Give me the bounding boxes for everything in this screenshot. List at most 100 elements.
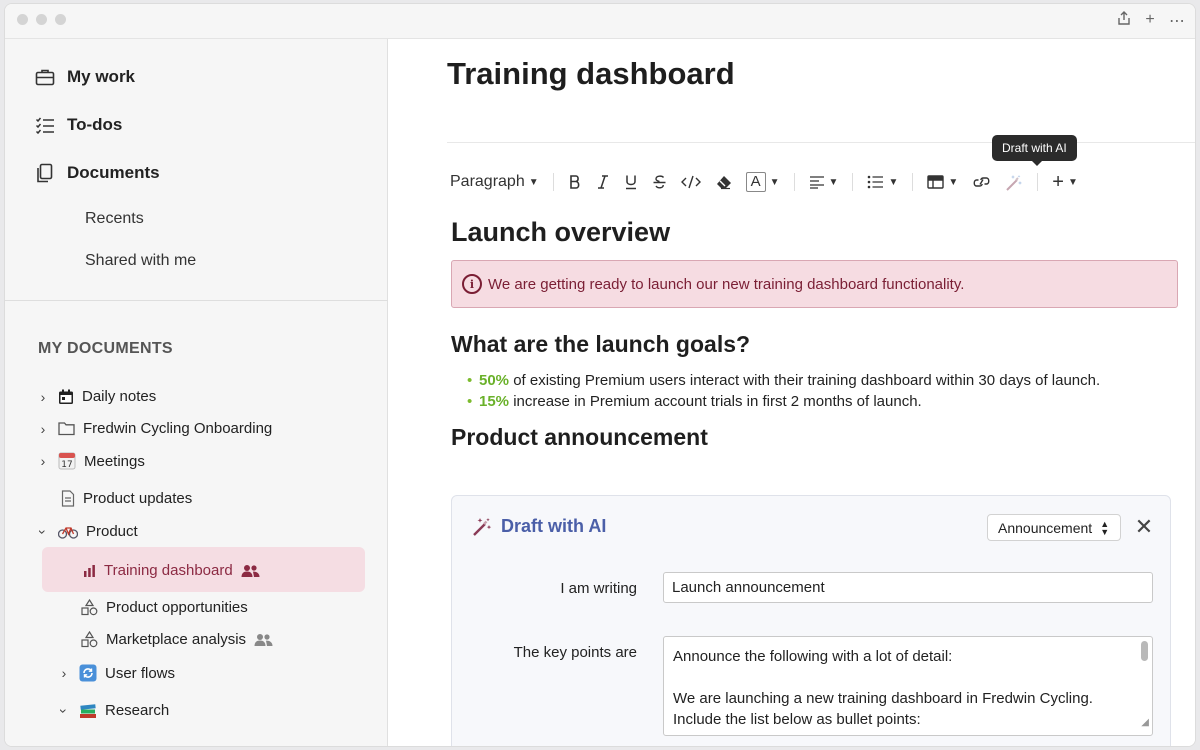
tree-label: Product (86, 523, 138, 540)
title-bar: + ⋯ (5, 4, 1195, 39)
tree-item-fredwin-onboarding[interactable]: › Fredwin Cycling Onboarding (36, 420, 273, 437)
heading-launch-goals[interactable]: What are the launch goals? (451, 331, 750, 358)
section-title: MY DOCUMENTS (38, 340, 173, 357)
tree-item-product[interactable]: › Product (35, 523, 138, 540)
nav-shared-with-me[interactable]: Shared with me (85, 252, 196, 270)
shapes-icon (81, 599, 98, 616)
chevron-down-icon[interactable]: › (35, 525, 51, 539)
updown-chevron-icon: ▲ ▼ (1100, 518, 1110, 537)
shared-users-icon (241, 564, 260, 577)
font-color-letter: A (745, 172, 766, 192)
goal-text: of existing Premium users interact with … (509, 372, 1101, 389)
tree-item-research[interactable]: › Research (56, 702, 169, 719)
plus-icon[interactable]: + (1143, 11, 1157, 31)
checklist-icon (35, 117, 54, 134)
share-icon[interactable] (1117, 11, 1131, 31)
chevron-right-icon[interactable]: › (36, 453, 50, 469)
tree-item-training-dashboard[interactable]: Training dashboard (83, 562, 260, 579)
tree-item-meetings[interactable]: › 17 Meetings (36, 452, 145, 470)
goal-text: increase in Premium account trials in fi… (509, 393, 922, 410)
zoom-window-dot[interactable] (55, 14, 66, 25)
tree-item-user-flows[interactable]: › User flows (57, 664, 175, 682)
list-dropdown[interactable]: ▼ (867, 171, 898, 193)
table-dropdown[interactable]: ▼ (927, 171, 958, 193)
nav-to-dos[interactable]: To-dos (35, 115, 122, 135)
chevron-down-icon[interactable]: › (56, 704, 72, 718)
bicycle-icon (58, 526, 78, 539)
ai-panel-title: Draft with AI (472, 516, 606, 537)
strikethrough-button[interactable] (652, 171, 667, 193)
title-divider (447, 142, 1195, 143)
textarea-line: Announce the following with a lot of det… (673, 648, 953, 665)
tree-label: Training dashboard (104, 562, 233, 579)
align-dropdown[interactable]: ▼ (809, 171, 839, 193)
paragraph-style-label: Paragraph (450, 173, 525, 190)
bold-button[interactable] (568, 171, 582, 193)
toolbar-separator (852, 173, 854, 191)
tree-item-marketplace-analysis[interactable]: Marketplace analysis (81, 631, 273, 648)
caret-down-icon: ▼ (948, 176, 959, 188)
underline-button[interactable] (624, 171, 638, 193)
chevron-right-icon[interactable]: › (57, 665, 71, 681)
nav-documents[interactable]: Documents (35, 163, 160, 183)
font-color-button[interactable]: A ▼ (745, 171, 780, 193)
formatting-toolbar: Paragraph ▼ A ▼ ▼ ▼ ▼ + ▼ (450, 171, 1092, 193)
writing-input[interactable]: Launch announcement (663, 572, 1153, 603)
tree-label: Product opportunities (106, 599, 248, 616)
info-callout[interactable]: i We are getting ready to launch our new… (451, 260, 1178, 308)
nav-label: My work (67, 67, 136, 86)
writing-label: I am writing (560, 580, 637, 597)
tree-item-daily-notes[interactable]: › Daily notes (36, 388, 157, 405)
magic-wand-icon (1006, 174, 1023, 191)
nav-label: Documents (67, 163, 160, 182)
caret-down-icon: ▼ (769, 176, 780, 188)
textarea-scrollbar[interactable] (1141, 641, 1148, 661)
books-icon (80, 703, 96, 718)
announcement-type-select[interactable]: Announcement ▲ ▼ (987, 514, 1121, 541)
resize-handle-icon[interactable]: ◢ (1141, 712, 1149, 733)
list-item[interactable]: 15% increase in Premium account trials i… (467, 393, 1100, 410)
list-item[interactable]: 50% of existing Premium users interact w… (467, 372, 1100, 389)
chevron-right-icon[interactable]: › (36, 421, 50, 437)
paragraph-style-dropdown[interactable]: Paragraph ▼ (450, 171, 539, 193)
nav-recents[interactable]: Recents (85, 210, 144, 228)
sidebar-divider (5, 300, 388, 301)
code-button[interactable] (680, 171, 701, 193)
heading-launch-overview[interactable]: Launch overview (451, 217, 670, 248)
key-points-label: The key points are (513, 644, 637, 661)
tree-item-product-opportunities[interactable]: Product opportunities (81, 599, 248, 616)
close-icon[interactable]: ✕ (1132, 514, 1156, 540)
date-17-icon: 17 (58, 452, 76, 470)
nav-my-work[interactable]: My work (35, 67, 135, 87)
insert-dropdown[interactable]: + ▼ (1052, 171, 1078, 193)
calendar-icon (59, 389, 73, 404)
clear-format-button[interactable] (715, 171, 732, 193)
tree-item-product-updates[interactable]: Product updates (61, 490, 192, 507)
briefcase-icon (35, 69, 55, 86)
more-icon[interactable]: ⋯ (1169, 11, 1185, 31)
close-window-dot[interactable] (17, 14, 28, 25)
heading-product-announcement[interactable]: Product announcement (451, 424, 708, 451)
shapes-icon (81, 631, 98, 648)
tree-label: Marketplace analysis (106, 631, 247, 648)
italic-button[interactable] (596, 171, 610, 193)
align-left-icon (809, 176, 824, 189)
callout-text: We are getting ready to launch our new t… (488, 275, 965, 293)
minimize-window-dot[interactable] (36, 14, 47, 25)
key-points-textarea[interactable]: Announce the following with a lot of det… (663, 636, 1153, 736)
bulleted-list-icon (868, 175, 884, 189)
document-title[interactable]: Training dashboard (447, 56, 735, 92)
chevron-right-icon[interactable]: › (36, 389, 50, 405)
titlebar-actions: + ⋯ (1117, 11, 1185, 31)
nav-label: To-dos (67, 115, 123, 134)
tree-label: Meetings (84, 452, 145, 470)
goals-list: 50% of existing Premium users interact w… (467, 372, 1100, 414)
svg-text:17: 17 (61, 460, 72, 470)
link-button[interactable] (972, 171, 991, 193)
tree-label: Product updates (83, 490, 193, 507)
textarea-line: Include the list below as bullet points: (673, 711, 921, 728)
strikethrough-icon (653, 175, 666, 189)
select-value: Announcement (998, 519, 1093, 536)
draft-with-ai-button[interactable] (1005, 171, 1023, 193)
caret-down-icon: ▼ (828, 176, 839, 188)
